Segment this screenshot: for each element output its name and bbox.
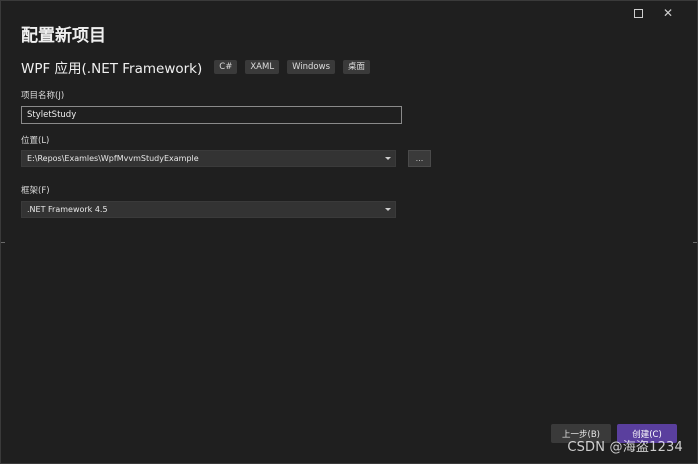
window-controls: ✕ [623,5,683,21]
framework-combobox[interactable]: .NET Framework 4.5 [21,201,396,218]
tag-xaml: XAML [245,60,280,74]
close-button[interactable]: ✕ [653,5,683,21]
browse-label: ... [415,153,424,163]
maximize-icon [633,8,643,18]
chevron-down-icon [385,208,391,211]
project-type-name: WPF 应用(.NET Framework) [21,61,203,77]
location-label: 位置(L) [21,136,50,146]
framework-value: .NET Framework 4.5 [27,205,108,214]
chevron-down-icon [385,157,391,160]
project-type-row: WPF 应用(.NET Framework) C# XAML Windows 桌… [21,57,378,77]
page-title: 配置新项目 [21,26,106,46]
framework-label: 框架(F) [21,186,50,196]
tag-csharp: C# [214,60,238,74]
csdn-watermark: CSDN @海盗1234 [567,440,683,455]
browse-button[interactable]: ... [408,150,431,167]
project-name-label: 项目名称(J) [21,91,65,101]
project-name-input[interactable] [21,106,402,124]
location-combobox[interactable]: E:\Repos\Examles\WpfMvvmStudyExample [21,150,396,167]
right-edge-mark [693,242,697,243]
tag-desktop: 桌面 [343,60,371,74]
close-icon: ✕ [662,6,674,20]
left-edge-mark [1,242,5,243]
configure-project-window: ✕ 配置新项目 WPF 应用(.NET Framework) C# XAML W… [0,0,698,464]
maximize-button[interactable] [623,5,653,21]
location-value: E:\Repos\Examles\WpfMvvmStudyExample [27,154,199,163]
tag-windows: Windows [287,60,336,74]
